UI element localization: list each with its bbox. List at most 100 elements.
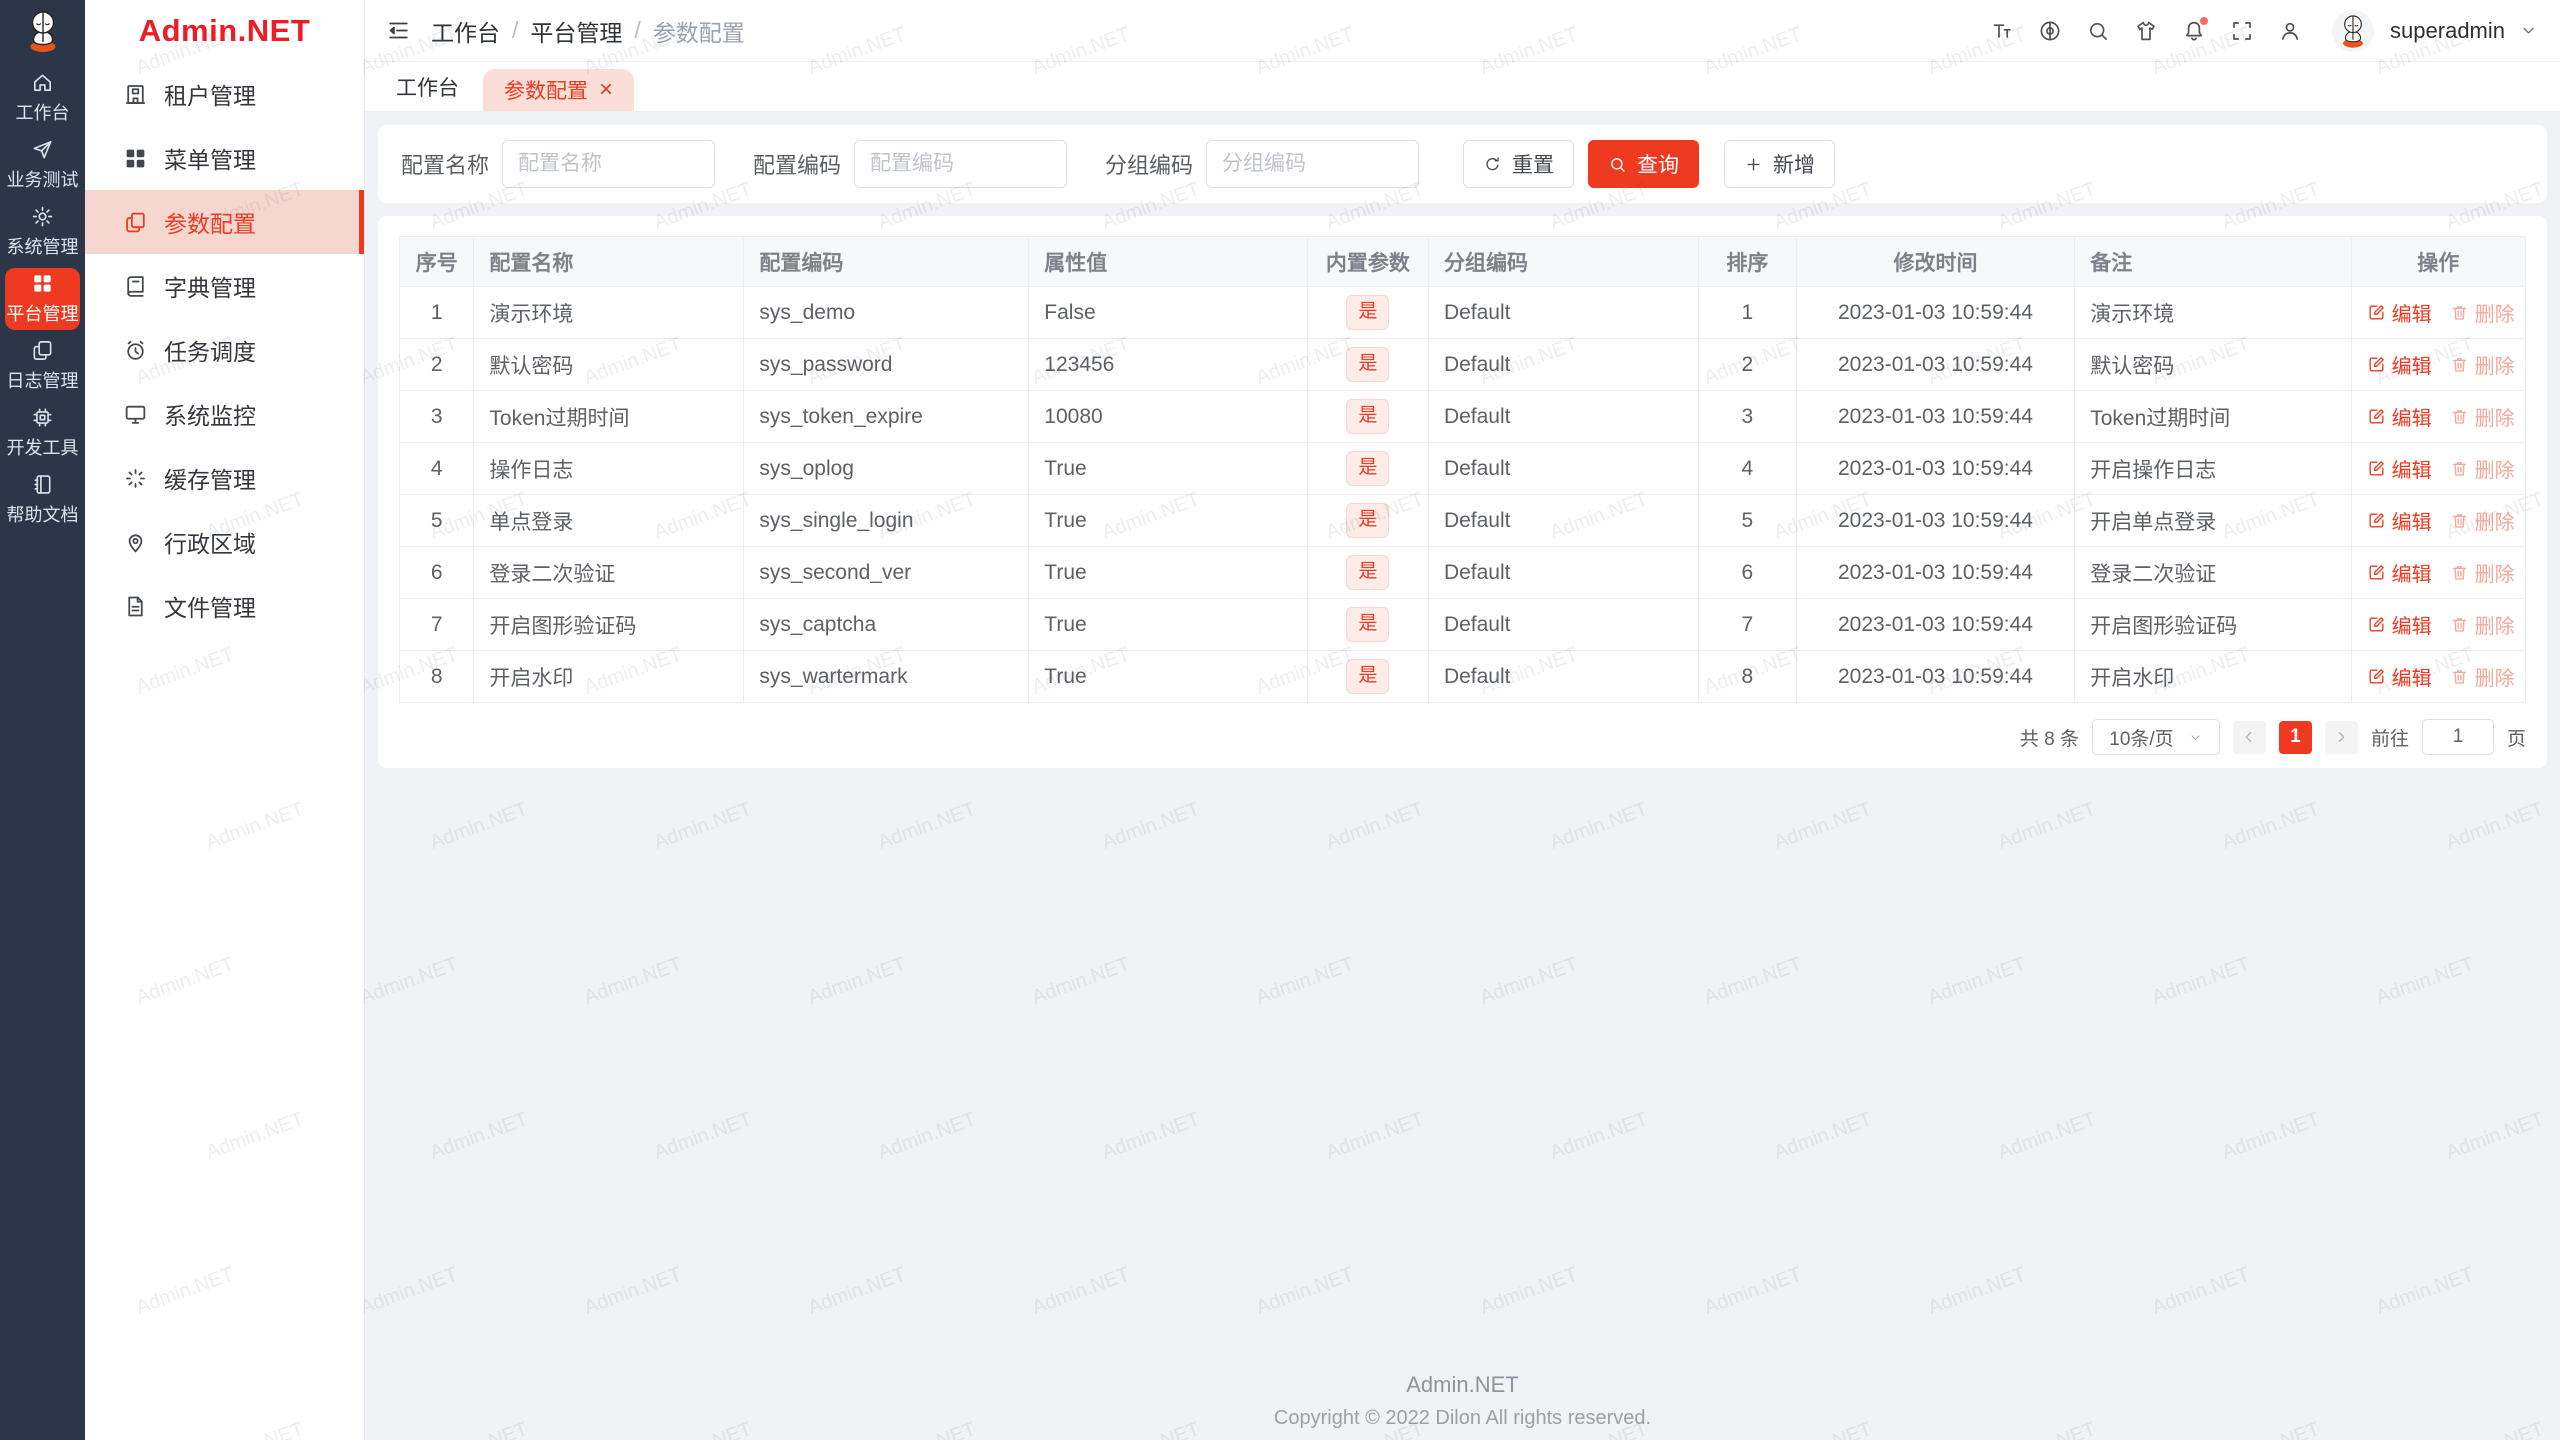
edit-button[interactable]: 编辑 — [2367, 350, 2432, 379]
edit-button[interactable]: 编辑 — [2367, 558, 2432, 587]
breadcrumb-item-workbench[interactable]: 工作台 — [431, 14, 500, 48]
user-menu-chevron-down-icon[interactable] — [2519, 21, 2538, 40]
cell-6: 2 — [1697, 338, 1797, 391]
theme-icon[interactable] — [2134, 19, 2158, 43]
username[interactable]: superadmin — [2390, 18, 2505, 44]
cell-7: 2023-01-03 10:59:44 — [1795, 338, 2076, 391]
sidebar-item-config[interactable]: 参数配置 — [85, 190, 364, 254]
user-avatar[interactable] — [2332, 9, 2375, 52]
sidebar-item-menu[interactable]: 菜单管理 — [85, 126, 364, 190]
reset-button[interactable]: 重置 — [1463, 140, 1575, 188]
builtin-tag: 是 — [1346, 399, 1390, 434]
rail-item-log[interactable]: 日志管理 — [5, 335, 80, 397]
cell-5: Default — [1427, 598, 1699, 651]
delete-button[interactable]: 删除 — [2450, 402, 2515, 431]
edit-button[interactable]: 编辑 — [2367, 610, 2432, 639]
column-header-7: 修改时间 — [1795, 236, 2076, 287]
search-icon[interactable] — [2086, 19, 2110, 43]
code-input[interactable] — [854, 140, 1068, 188]
chevron-left-icon — [2241, 729, 2257, 745]
edit-button[interactable]: 编辑 — [2367, 402, 2432, 431]
add-button[interactable]: 新增 — [1724, 140, 1836, 188]
fullscreen-icon[interactable] — [2230, 19, 2254, 43]
language-icon[interactable] — [2038, 19, 2062, 43]
sidebar-item-task[interactable]: 任务调度 — [85, 318, 364, 382]
cell-6: 6 — [1697, 546, 1797, 599]
cell-9: 编辑 删除 — [2350, 546, 2527, 599]
sidebar-item-dict[interactable]: 字典管理 — [85, 254, 364, 318]
sidebar-item-file[interactable]: 文件管理 — [85, 574, 364, 638]
builtin-tag: 是 — [1346, 607, 1390, 642]
gear-icon — [31, 205, 54, 228]
cell-4: 是 — [1306, 390, 1429, 443]
delete-label: 删除 — [2474, 303, 2515, 326]
cell-0: 8 — [398, 650, 475, 703]
tab-workbench[interactable]: 工作台 — [396, 72, 459, 102]
cell-9: 编辑 删除 — [2350, 286, 2527, 339]
profile-icon[interactable] — [2278, 19, 2302, 43]
rail-item-workbench[interactable]: 工作台 — [5, 67, 80, 129]
breadcrumb-item-platform[interactable]: 平台管理 — [530, 14, 622, 48]
rail-item-platform[interactable]: 平台管理 — [5, 268, 80, 330]
notification-icon[interactable] — [2182, 14, 2211, 43]
delete-button[interactable]: 删除 — [2450, 610, 2515, 639]
cell-9: 编辑 删除 — [2350, 390, 2527, 443]
rail-item-docs[interactable]: 帮助文档 — [5, 469, 80, 531]
menu-fold-icon[interactable] — [386, 18, 411, 43]
app-logo[interactable] — [0, 0, 85, 62]
rail-item-label: 工作台 — [15, 103, 70, 123]
group-input[interactable] — [1206, 140, 1420, 188]
search-button[interactable]: 查询 — [1588, 140, 1700, 188]
goto-page-input[interactable] — [2421, 719, 2494, 755]
delete-button[interactable]: 删除 — [2450, 558, 2515, 587]
rail-menu: 工作台业务测试系统管理 平台管理 日志管理 开发工具 帮助文档 — [0, 67, 85, 531]
add-button-label: 新增 — [1773, 154, 1816, 177]
tab-config[interactable]: 参数配置 × — [483, 69, 635, 111]
delete-button[interactable]: 删除 — [2450, 298, 2515, 327]
rail-item-label: 业务测试 — [6, 170, 79, 190]
edit-label: 编辑 — [2391, 667, 2432, 690]
delete-button[interactable]: 删除 — [2450, 662, 2515, 691]
cell-6: 8 — [1697, 650, 1797, 703]
current-page-button[interactable]: 1 — [2278, 720, 2312, 754]
prev-page-button[interactable] — [2232, 720, 2266, 754]
table-row: 7 开启图形验证码 sys_captcha True 是 Default 7 2023-01-… — [398, 598, 2527, 651]
edit-button[interactable]: 编辑 — [2367, 454, 2432, 483]
cell-4: 是 — [1306, 598, 1429, 651]
sidebar-item-label: 菜单管理 — [164, 147, 256, 173]
edit-button[interactable]: 编辑 — [2367, 298, 2432, 327]
tab-close-icon[interactable]: × — [599, 78, 613, 102]
sidebar-item-region[interactable]: 行政区域 — [85, 510, 364, 574]
cell-2: sys_wartermark — [743, 650, 1030, 703]
cell-3: 10080 — [1028, 390, 1308, 443]
cell-3: True — [1028, 546, 1308, 599]
column-header-3: 属性值 — [1028, 236, 1308, 287]
sidebar-item-cache[interactable]: 缓存管理 — [85, 446, 364, 510]
sidebar-item-monitor[interactable]: 系统监控 — [85, 382, 364, 446]
sidebar-item-tenant[interactable]: 租户管理 — [85, 62, 364, 126]
breadcrumb: 工作台 / 平台管理 / 参数配置 — [431, 14, 745, 48]
delete-label: 删除 — [2474, 459, 2515, 482]
filter-group-code: 配置编码 — [753, 140, 1068, 188]
edit-pen-icon — [2367, 615, 2386, 634]
breadcrumb-item-current: 参数配置 — [652, 19, 745, 46]
font-size-icon[interactable] — [1990, 19, 2014, 43]
edit-button[interactable]: 编辑 — [2367, 662, 2432, 691]
page-size-select[interactable]: 10条/页 — [2091, 719, 2220, 755]
delete-button[interactable]: 删除 — [2450, 350, 2515, 379]
rail-item-devtools[interactable]: 开发工具 — [5, 402, 80, 464]
next-page-button[interactable] — [2324, 720, 2358, 754]
rail-item-biz-test[interactable]: 业务测试 — [5, 134, 80, 196]
name-input[interactable] — [502, 140, 716, 188]
cell-1: 演示环境 — [473, 286, 745, 339]
cell-7: 2023-01-03 10:59:44 — [1795, 650, 2076, 703]
rail-item-system[interactable]: 系统管理 — [5, 201, 80, 263]
table-row: 5 单点登录 sys_single_login True 是 Default 5 2023-0… — [398, 494, 2527, 547]
edit-button[interactable]: 编辑 — [2367, 506, 2432, 535]
home-icon — [31, 71, 54, 94]
cell-5: Default — [1427, 494, 1699, 547]
cell-2: sys_captcha — [743, 598, 1030, 651]
notification-badge — [2198, 14, 2211, 27]
delete-button[interactable]: 删除 — [2450, 454, 2515, 483]
delete-button[interactable]: 删除 — [2450, 506, 2515, 535]
